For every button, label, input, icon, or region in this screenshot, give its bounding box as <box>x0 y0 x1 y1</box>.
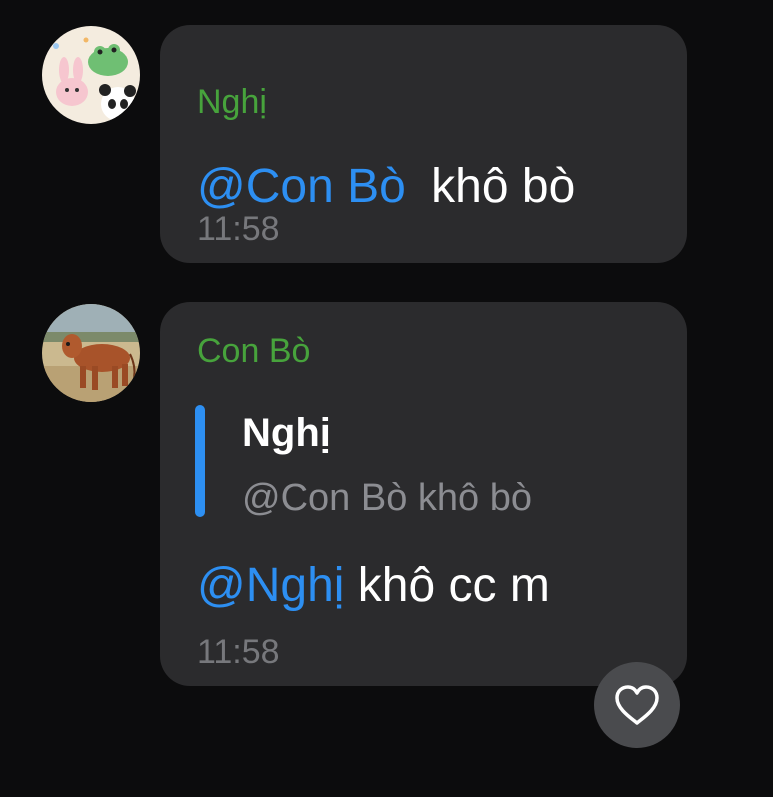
message-body: khô cc m <box>344 559 550 612</box>
message-sender-name[interactable]: Nghị <box>197 82 267 122</box>
message-bubble[interactable]: Con Bò Nghị @Con Bò khô bò @Nghị khô cc … <box>160 302 687 686</box>
message-sender-name[interactable]: Con Bò <box>197 331 310 371</box>
reply-quote-text: @Con Bò khô bò <box>242 477 532 519</box>
message-bubble[interactable]: Nghị @Con Bò khô bò 11:58 <box>160 25 687 263</box>
reply-quote-sender: Nghị <box>242 411 331 455</box>
heart-icon <box>615 685 659 725</box>
reply-quote-bar <box>195 405 205 517</box>
message-timestamp: 11:58 <box>197 633 280 671</box>
avatar-con-bo[interactable] <box>42 304 140 402</box>
message-body: khô bò <box>417 160 576 213</box>
message-text: @Nghị khô cc m <box>197 558 550 614</box>
message-timestamp: 11:58 <box>197 210 280 248</box>
mention-link[interactable]: @Nghị <box>197 559 344 612</box>
avatar-nghi[interactable] <box>42 26 140 124</box>
avatar-nghi-image <box>42 26 140 124</box>
message-text: @Con Bò khô bò <box>197 159 575 215</box>
avatar-con-bo-image <box>42 304 140 402</box>
mention-link[interactable]: @Con Bò <box>197 160 406 213</box>
reaction-button[interactable] <box>594 662 680 748</box>
